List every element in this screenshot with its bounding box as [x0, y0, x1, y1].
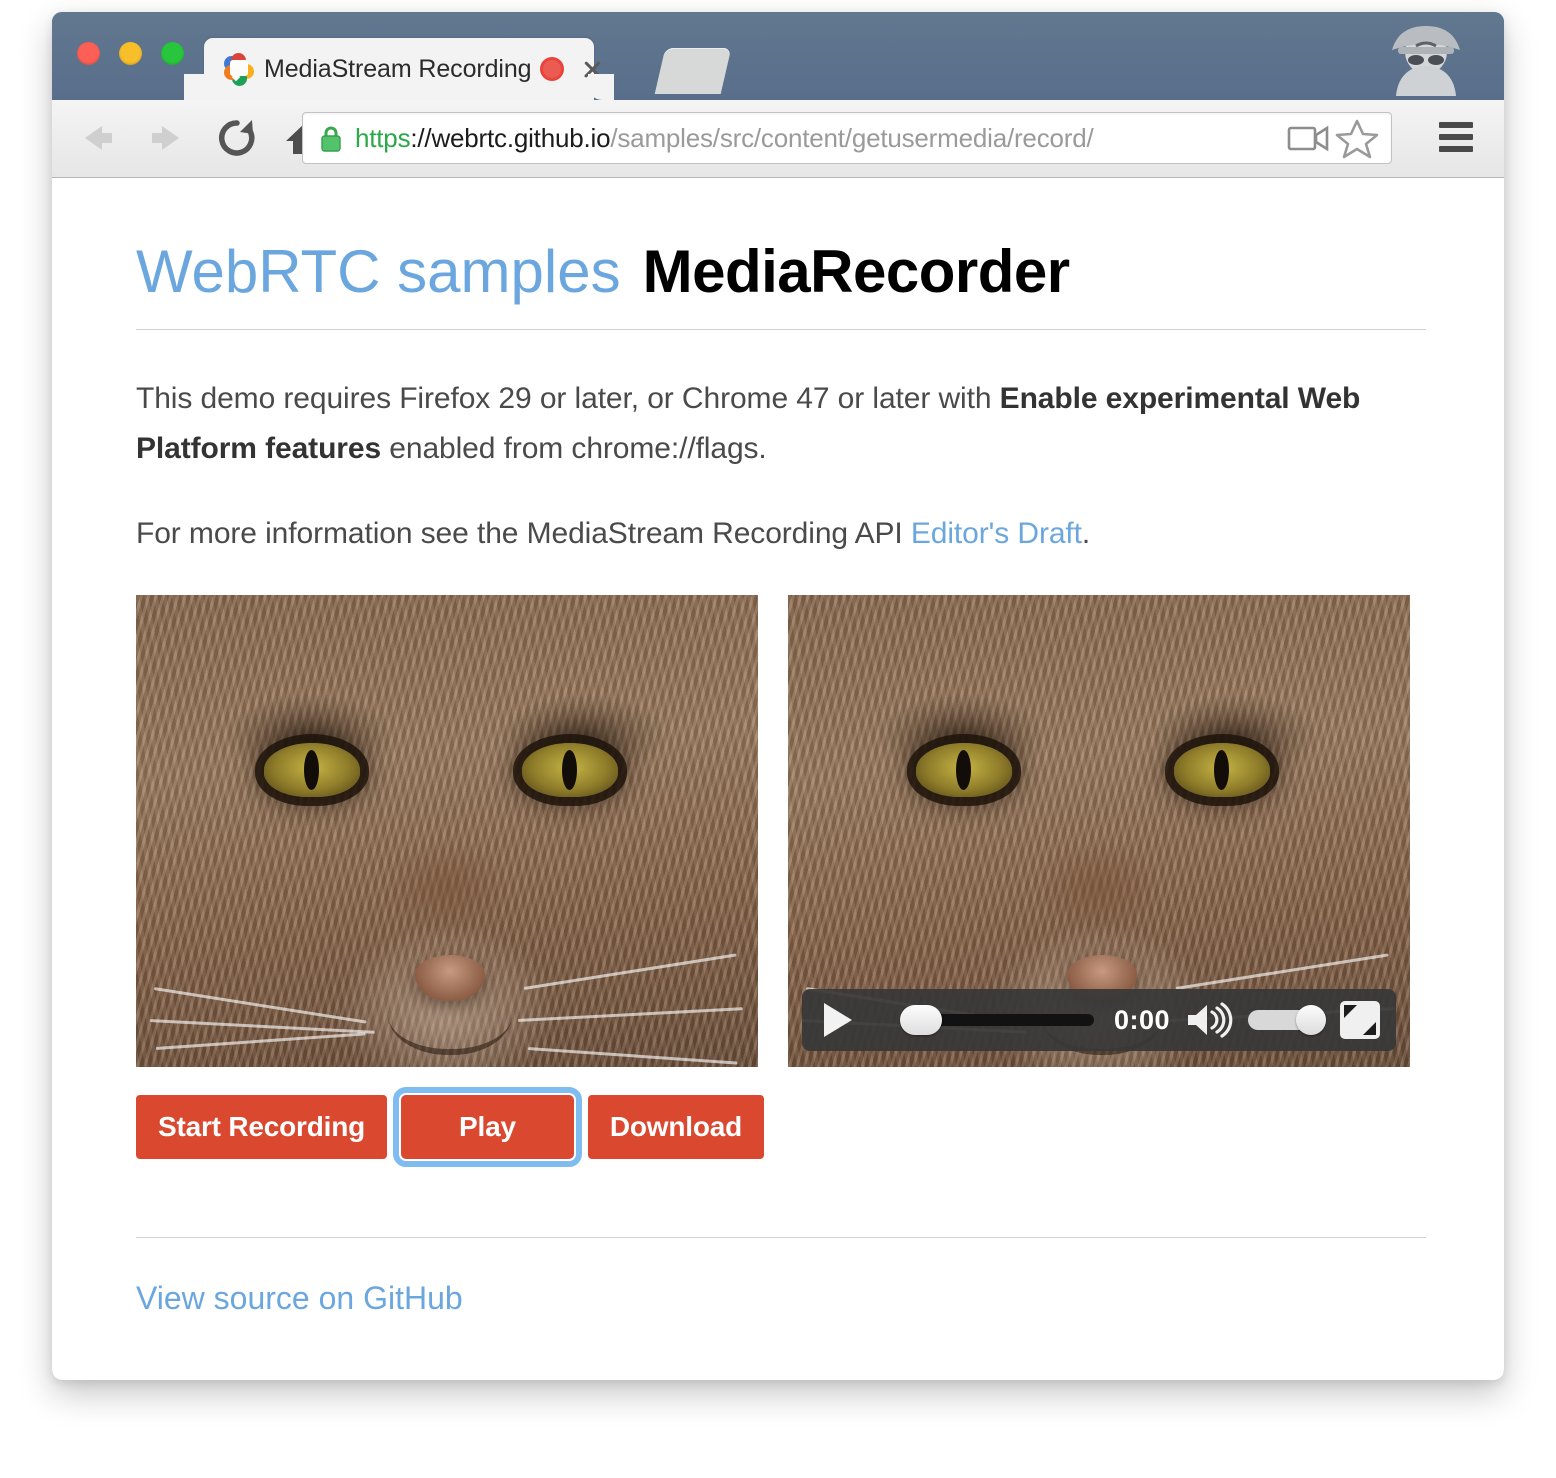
page-content: WebRTC samples MediaRecorder This demo re… [136, 240, 1426, 1317]
recorded-video-player[interactable]: 0:00 [788, 595, 1410, 1068]
incognito-avatar-icon[interactable] [1382, 16, 1470, 100]
new-tab-button[interactable] [654, 48, 732, 94]
video-row: 0:00 [136, 595, 1426, 1069]
star-bookmark-icon[interactable] [1335, 117, 1379, 159]
recording-dot-icon [540, 57, 565, 81]
page-viewport: WebRTC samples MediaRecorder This demo re… [52, 178, 1504, 1380]
seek-knob[interactable] [900, 1005, 942, 1036]
view-source-link[interactable]: View source on GitHub [136, 1280, 463, 1317]
start-recording-button[interactable]: Start Recording [136, 1095, 388, 1160]
footer-divider [136, 1237, 1426, 1239]
address-bar[interactable]: https://webrtc.github.io/samples/src/con… [302, 112, 1392, 164]
ssl-lock-icon [321, 126, 341, 152]
fullscreen-icon[interactable] [1340, 1001, 1380, 1040]
maximize-window-button[interactable] [161, 42, 184, 65]
volume-knob[interactable] [1296, 1005, 1326, 1036]
heading-divider [136, 329, 1426, 330]
play-icon[interactable] [824, 1003, 880, 1038]
forward-icon[interactable] [142, 114, 192, 162]
minimize-window-button[interactable] [119, 42, 142, 65]
browser-window: MediaStream Recording https://webrtc.git… [52, 12, 1504, 1380]
speaker-icon[interactable] [1184, 1002, 1234, 1038]
hamburger-menu-icon[interactable] [1434, 118, 1478, 158]
browser-tab-mediastream-recording[interactable]: MediaStream Recording [204, 38, 594, 100]
para1-part1: This demo requires Firefox 29 or later, … [136, 382, 1000, 415]
tab-title: MediaStream Recording [264, 54, 532, 83]
url-path: /samples/src/content/getusermedia/record… [610, 122, 1094, 153]
more-info-paragraph: For more information see the MediaStream… [136, 509, 1426, 559]
seek-slider[interactable] [900, 1005, 1094, 1036]
para2-part1: For more information see the MediaStream… [136, 516, 911, 550]
back-icon[interactable] [72, 114, 122, 162]
current-time: 0:00 [1113, 1004, 1170, 1035]
url-scheme: https [355, 122, 411, 153]
page-title: WebRTC samples MediaRecorder [136, 240, 1426, 303]
webrtc-samples-link[interactable]: WebRTC samples [136, 238, 621, 305]
omnibox-icon-group [1285, 117, 1379, 159]
play-button[interactable]: Play [393, 1087, 582, 1168]
requirements-paragraph: This demo requires Firefox 29 or later, … [136, 374, 1426, 475]
webrtc-logo-icon [224, 53, 254, 86]
close-icon[interactable] [580, 57, 604, 81]
reload-icon[interactable] [212, 114, 262, 162]
url-host: ://webrtc.github.io [410, 122, 611, 153]
url-text: https://webrtc.github.io/samples/src/con… [355, 123, 1285, 154]
para1-part2: enabled from chrome://flags. [381, 432, 767, 466]
page-heading-title: MediaRecorder [642, 238, 1070, 305]
live-video-preview[interactable] [136, 595, 758, 1068]
volume-slider[interactable] [1248, 1005, 1326, 1036]
window-traffic-lights [77, 42, 184, 65]
action-button-row: Start Recording Play Download [136, 1087, 1426, 1168]
editors-draft-link[interactable]: Editor's Draft [911, 517, 1082, 550]
close-window-button[interactable] [77, 42, 100, 65]
video-controls-bar: 0:00 [802, 989, 1396, 1052]
browser-titlebar: MediaStream Recording [52, 12, 1504, 100]
download-button[interactable]: Download [587, 1095, 765, 1160]
camera-permission-icon[interactable] [1285, 121, 1333, 155]
browser-toolbar: https://webrtc.github.io/samples/src/con… [52, 100, 1504, 178]
cat-video-frame [136, 595, 758, 1068]
para2-part2: . [1081, 516, 1091, 550]
